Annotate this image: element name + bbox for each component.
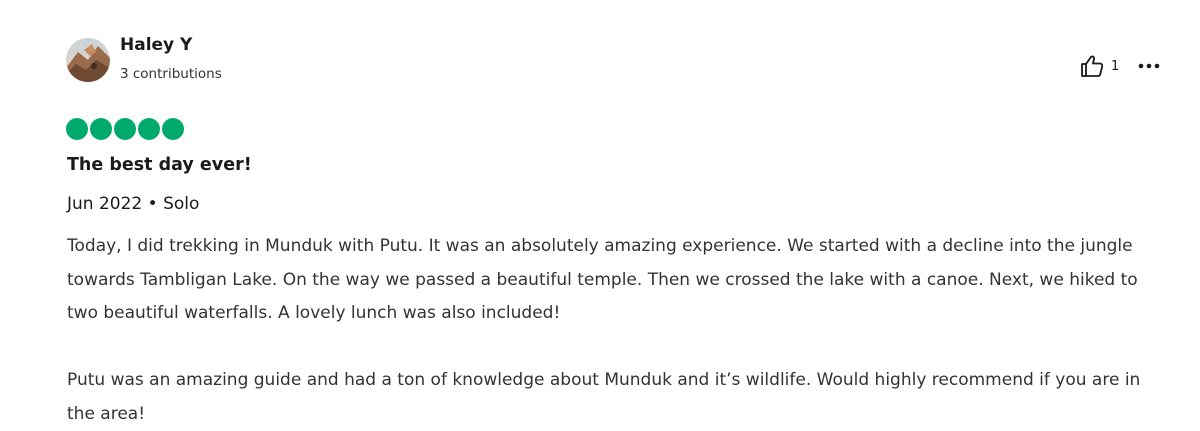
rating-bubble xyxy=(90,118,112,140)
bubble-rating xyxy=(66,118,184,140)
more-options-button[interactable] xyxy=(1135,53,1163,79)
ellipsis-icon xyxy=(1138,63,1160,69)
avatar-photo xyxy=(66,38,110,82)
contributions-count: 3 contributions xyxy=(120,66,222,82)
avatar[interactable] xyxy=(66,38,110,82)
review-date-trip-type: Jun 2022 • Solo xyxy=(67,194,200,214)
rating-bubble xyxy=(162,118,184,140)
rating-bubble xyxy=(114,118,136,140)
review-text: Today, I did trekking in Munduk with Put… xyxy=(67,230,1167,431)
thumbs-up-icon xyxy=(1081,55,1104,77)
helpful-vote-button[interactable]: 1 xyxy=(1079,53,1119,79)
review-paragraph: Today, I did trekking in Munduk with Put… xyxy=(67,236,1138,323)
review-card: Haley Y 3 contributions 1 The best day e… xyxy=(0,0,1200,425)
review-title[interactable]: The best day ever! xyxy=(67,155,252,175)
helpful-count: 1 xyxy=(1111,58,1120,74)
rating-bubble xyxy=(138,118,160,140)
rating-bubble xyxy=(66,118,88,140)
user-name[interactable]: Haley Y xyxy=(120,35,192,55)
review-paragraph: Putu was an amazing guide and had a ton … xyxy=(67,370,1141,424)
